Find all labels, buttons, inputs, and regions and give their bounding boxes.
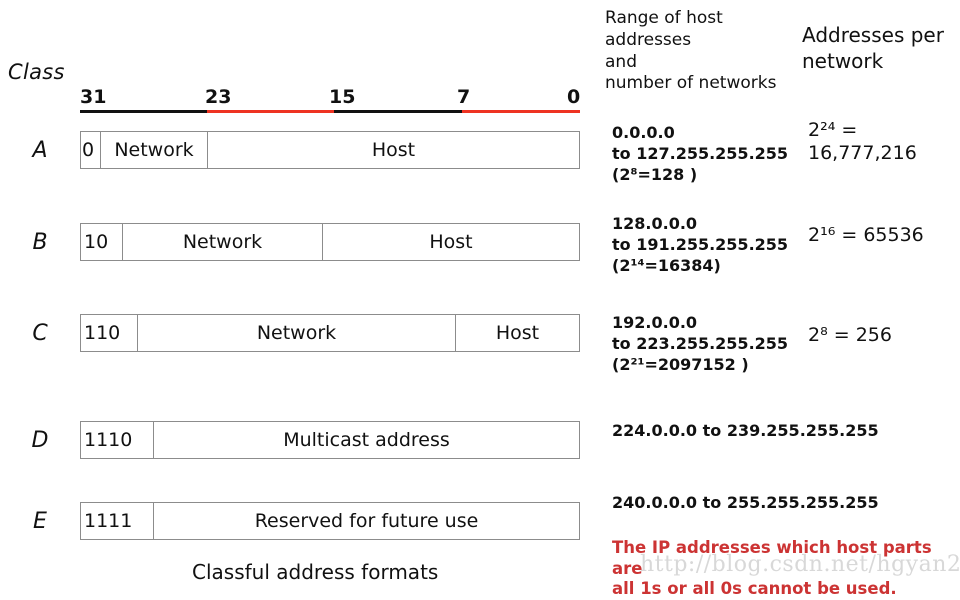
class-c-format-row: 110 Network Host: [80, 314, 580, 352]
diagram-canvas: Class 31 23 15 7 0 A 0 Network Host 0.0.…: [0, 0, 960, 598]
class-b-network-field: Network: [123, 224, 323, 260]
class-e-prefix-bits: 1111: [81, 503, 154, 539]
class-b-prefix-bits: 10: [81, 224, 123, 260]
ruler-segment-1: [80, 110, 207, 113]
class-a-addresses-per-network: 2²⁴ = 16,777,216: [808, 119, 917, 165]
class-b-addresses-per-network: 2¹⁶ = 65536: [808, 224, 924, 246]
class-b-host-field: Host: [429, 231, 473, 253]
bit-tick-23: 23: [205, 86, 232, 108]
class-c-host-field: Host: [495, 322, 540, 344]
class-d-multicast-field: Multicast address: [283, 429, 450, 451]
bit-tick-31: 31: [80, 86, 107, 108]
row-letter-a: A: [32, 138, 48, 163]
bit-tick-15: 15: [329, 86, 356, 108]
row-letter-b: B: [32, 230, 48, 255]
ruler-segment-3: [334, 110, 462, 113]
class-d-prefix-bits: 1110: [81, 422, 154, 458]
class-a-host-field: Host: [371, 139, 416, 161]
class-d-format-row: 1110 Multicast address: [80, 421, 580, 459]
row-letter-d: D: [31, 428, 49, 453]
class-a-network-field: Network: [101, 132, 208, 168]
row-letter-c: C: [32, 321, 48, 346]
class-e-reserved-field: Reserved for future use: [254, 510, 479, 532]
class-c-addresses-per-network: 2⁸ = 256: [808, 324, 892, 346]
class-a-prefix-bits: 0: [81, 132, 101, 168]
diagram-caption: Classful address formats: [192, 560, 439, 584]
warning-note: The IP addresses which host parts are al…: [612, 538, 932, 599]
class-c-network-field: Network: [138, 315, 456, 351]
row-letter-e: E: [33, 509, 47, 534]
per-network-column-header: Addresses per network: [802, 23, 944, 73]
range-column-header: Range of host addresses and number of ne…: [605, 8, 777, 94]
bit-tick-7: 7: [457, 86, 471, 108]
bit-ruler-line: [80, 110, 580, 113]
bit-ruler-ticks: 31 23 15 7 0: [80, 86, 580, 108]
class-a-format-row: 0 Network Host: [80, 131, 580, 169]
class-column-header: Class: [8, 60, 65, 84]
class-b-format-row: 10 Network Host: [80, 223, 580, 261]
class-b-range: 128.0.0.0 to 191.255.255.255 (2¹⁴=16384): [612, 214, 789, 276]
class-c-prefix-bits: 110: [81, 315, 138, 351]
class-c-range: 192.0.0.0 to 223.255.255.255 (2²¹=209715…: [612, 313, 789, 375]
class-d-range: 224.0.0.0 to 239.255.255.255: [612, 421, 879, 440]
ruler-segment-4: [462, 110, 580, 113]
class-e-range: 240.0.0.0 to 255.255.255.255: [612, 493, 879, 512]
ruler-segment-2: [207, 110, 334, 113]
class-a-range: 0.0.0.0 to 127.255.255.255 (2⁸=128 ): [612, 123, 789, 185]
bit-tick-0: 0: [567, 86, 581, 108]
class-e-format-row: 1111 Reserved for future use: [80, 502, 580, 540]
